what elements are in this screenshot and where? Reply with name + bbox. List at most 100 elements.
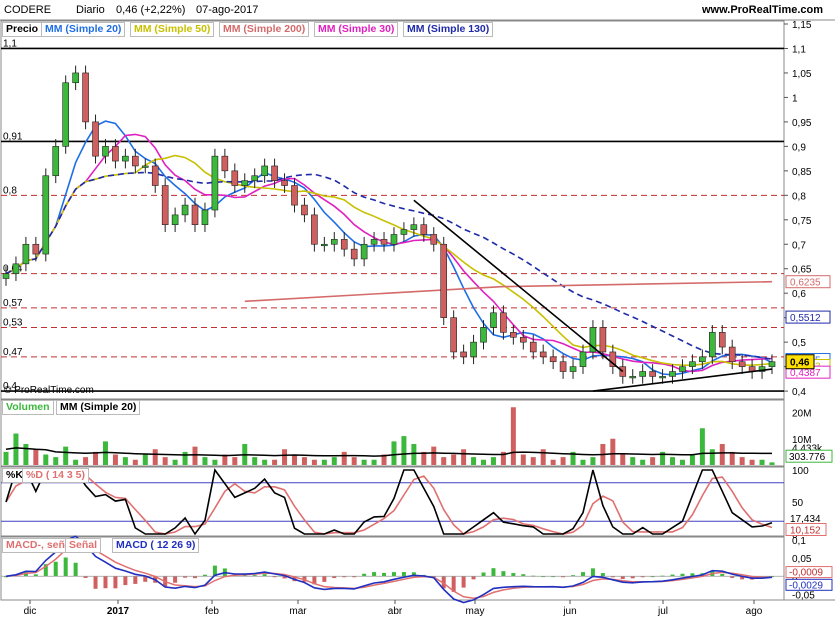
volume-bar [689, 454, 695, 465]
price-tick-label: 0,85 [792, 167, 812, 178]
volume-bar [510, 407, 516, 465]
price-tick-label: 1 [792, 93, 798, 104]
level-label: 0,57 [3, 298, 23, 309]
mm50-line [5, 154, 773, 367]
candle-body [559, 361, 567, 372]
legend-price[interactable]: Precio [2, 22, 43, 37]
macd-histogram-bar [63, 557, 68, 577]
volume-bar [401, 436, 407, 465]
candle-body [62, 82, 69, 147]
legend-mm130[interactable]: MM (Simple 130) [403, 22, 494, 37]
candle-body [529, 341, 537, 353]
site-label[interactable]: www.ProRealTime.com [702, 4, 823, 16]
candle-body [599, 327, 607, 353]
candle-body [510, 332, 517, 338]
candle-body [370, 239, 378, 245]
price-tick-label: 1,05 [792, 69, 812, 80]
legend-volume-ma[interactable]: MM (Simple 20) [56, 400, 141, 415]
volume-bar [560, 457, 566, 465]
macd-histogram-bar [481, 572, 486, 577]
volume-bar [282, 449, 288, 465]
candle-body [519, 336, 527, 343]
volume-bar [530, 457, 536, 465]
candle-body [2, 273, 10, 279]
macd-histogram-bar [173, 576, 178, 583]
candle-body [440, 243, 448, 318]
mm200-line [244, 280, 773, 303]
legend-mm200[interactable]: MM (Simple 200) [219, 22, 310, 37]
price-tick-label: 0,6 [792, 289, 806, 300]
mm20-line [5, 120, 773, 376]
volume-bar [321, 459, 327, 465]
volume-bar [759, 459, 765, 465]
legend-mm20[interactable]: MM (Simple 20) [41, 22, 126, 37]
candle-body [231, 170, 239, 186]
volume-bar [132, 459, 138, 465]
volume-bar [550, 459, 556, 465]
candle-body [410, 224, 418, 230]
volume-bar [13, 433, 19, 465]
volume-bar [172, 459, 178, 465]
legend-mm30[interactable]: MM (Simple 30) [314, 22, 399, 37]
candle-body [261, 165, 268, 177]
candle-body [430, 234, 438, 245]
volume-last-value: 303.776 [789, 452, 826, 463]
candle-body [92, 121, 99, 157]
candle-body [400, 229, 408, 235]
period-label: Diario [76, 4, 105, 16]
candle-body [738, 361, 746, 367]
volume-bar [610, 438, 616, 465]
macd-histogram-bar [491, 568, 496, 577]
candle-body [470, 341, 477, 358]
candle-body [12, 263, 20, 274]
price-tick-label: 1,15 [792, 20, 812, 31]
candle-body [579, 351, 587, 367]
volume-bar [152, 449, 158, 465]
volume-bar [739, 457, 745, 465]
candle-body [141, 165, 149, 168]
legend-macd-signal[interactable]: Señal [65, 538, 102, 553]
volume-bar [461, 449, 467, 465]
volume-bar [709, 449, 715, 465]
legend-macd[interactable]: MACD ( 12 26 9) [112, 538, 200, 553]
level-label: 0,47 [3, 347, 23, 358]
volume-bar [212, 459, 218, 465]
price-tick-label: 0,7 [792, 240, 806, 251]
volume-bar [142, 454, 148, 465]
volume-bar [351, 457, 357, 465]
price-tick-label: 0,4 [792, 387, 806, 398]
candle-body [569, 366, 577, 372]
volume-bar [311, 459, 317, 465]
candle-body [301, 204, 308, 216]
volume-bar [699, 428, 705, 465]
price-chart: 1,10,910,80,640,570,530,470,4 1,151,11,0… [0, 0, 835, 617]
last-price-label: 0,46 [790, 358, 810, 369]
volume-bar [182, 451, 188, 465]
candle-body [539, 351, 547, 358]
candle-body [728, 346, 736, 363]
candle-body [151, 165, 159, 186]
macd-histogram-bar [511, 573, 516, 577]
legend-volume[interactable]: Volumen [2, 400, 54, 415]
candle-body [112, 146, 119, 162]
time-tick-label: 2017 [107, 606, 130, 617]
candle-body [500, 312, 507, 333]
candle-body [768, 361, 776, 367]
legend-mm50[interactable]: MM (Simple 50) [130, 22, 215, 37]
candle-body [122, 155, 129, 162]
volume-bar [640, 459, 646, 465]
macd-histogram-bar [133, 576, 138, 584]
copyright-label: © ProRealTime.com [4, 385, 94, 396]
candle-body [102, 146, 109, 157]
macd-tick-label: 0,1 [792, 536, 806, 547]
volume-bar [431, 446, 437, 465]
candle-body [460, 351, 467, 358]
volume-bar [520, 454, 526, 465]
legend-stoch-d[interactable]: %D ( 14 3 5) [22, 468, 89, 483]
candle-body [311, 214, 318, 245]
volume-bar [481, 459, 487, 465]
stoch-d-line [5, 469, 773, 535]
volume-bar [490, 457, 496, 465]
macd-histogram-bar [73, 562, 78, 577]
candle-body [52, 146, 60, 177]
